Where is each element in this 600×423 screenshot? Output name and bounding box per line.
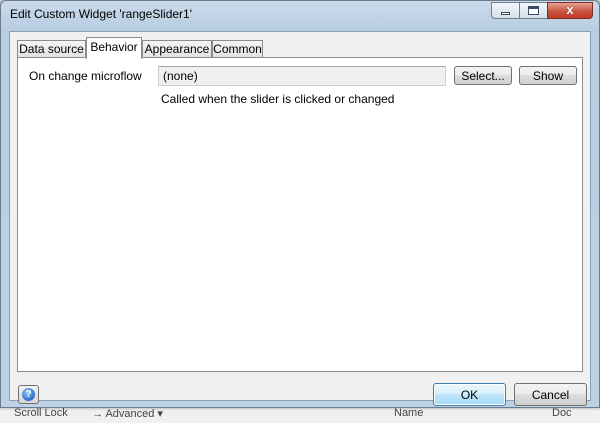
tab-data-source[interactable]: Data source <box>17 40 86 58</box>
maximize-button[interactable] <box>519 2 547 19</box>
tab-behavior[interactable]: Behavior <box>86 37 142 59</box>
status-name: Name <box>394 407 424 419</box>
status-doc: Doc <box>552 407 572 419</box>
title-bar[interactable]: Edit Custom Widget 'rangeSlider1' x <box>1 1 599 30</box>
show-microflow-button[interactable]: Show <box>519 66 577 85</box>
close-icon: x <box>566 2 574 17</box>
status-advanced: → Advanced ▾ <box>92 408 163 420</box>
microflow-hint: Called when the slider is clicked or cha… <box>161 92 395 106</box>
tab-appearance[interactable]: Appearance <box>142 40 212 58</box>
tab-common[interactable]: Common <box>212 40 263 58</box>
cancel-button[interactable]: Cancel <box>514 383 587 406</box>
on-change-microflow-label: On change microflow <box>29 69 142 83</box>
select-microflow-button[interactable]: Select... <box>454 66 512 85</box>
status-scroll-lock: Scroll Lock <box>14 407 68 419</box>
on-change-microflow-field[interactable]: (none) <box>158 66 446 86</box>
minimize-button[interactable] <box>491 2 519 19</box>
close-button[interactable]: x <box>547 2 593 19</box>
minimize-icon <box>501 12 510 15</box>
maximize-icon <box>528 6 539 15</box>
help-icon: ? <box>22 388 35 401</box>
dialog-title: Edit Custom Widget 'rangeSlider1' <box>10 7 192 21</box>
edit-widget-dialog: Edit Custom Widget 'rangeSlider1' x Data… <box>0 0 600 408</box>
help-button[interactable]: ? <box>18 385 39 404</box>
behavior-panel: On change microflow (none) Select... Sho… <box>17 57 583 372</box>
dialog-body: Data source Behavior Appearance Common O… <box>9 31 591 406</box>
ok-button[interactable]: OK <box>433 383 506 406</box>
